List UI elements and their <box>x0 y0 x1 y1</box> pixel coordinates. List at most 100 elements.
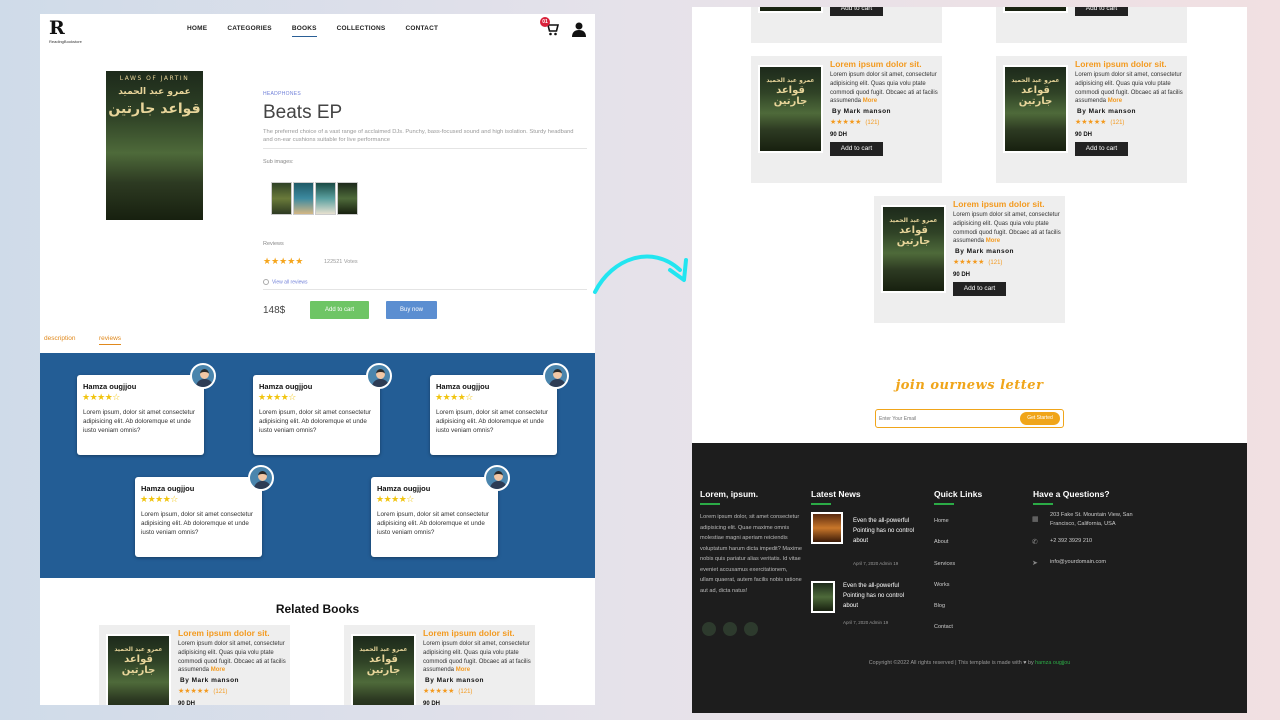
sub-image-thumb[interactable] <box>315 182 336 215</box>
review-text: Lorem ipsum, dolor sit amet consectetur … <box>377 511 489 536</box>
sub-image-thumb[interactable] <box>293 182 314 215</box>
book-cover-image: عمرو عبد الحميدقواعد جارتين <box>760 67 821 151</box>
newsletter-form: Enter Your Email Get Started <box>875 409 1064 428</box>
avatar <box>543 363 569 389</box>
more-link[interactable]: More <box>211 667 225 673</box>
book-desc-text: Lorem ipsum dolor sit amet, consectetur … <box>830 72 938 105</box>
book-title[interactable]: Lorem ipsum dolor sit. <box>953 199 1045 209</box>
product-cover-image: LAWS OF JARTIN عمرو عبد الحميد قواعد جار… <box>106 71 203 220</box>
logo-letter: R <box>49 17 65 39</box>
footer-link-home[interactable]: Home <box>934 518 949 524</box>
book-card: عمرو عبد الحميدقواعد جارتين Lorem ipsum d… <box>874 196 1065 323</box>
book-cover-image: عمرو عبد الحميدقواعد جارتين <box>353 636 414 705</box>
book-cover[interactable]: عمرو عبد الحميدقواعد جارتين <box>1003 65 1068 153</box>
cover-author-text: عمرو عبد الحميد <box>766 77 815 84</box>
view-all-reviews-link[interactable]: View all reviews <box>263 279 307 285</box>
facebook-icon[interactable] <box>723 622 737 636</box>
reviews-section: Hamza ougjjou ★★★★☆ Lorem ipsum, dolor s… <box>40 353 595 578</box>
twitter-icon[interactable] <box>702 622 716 636</box>
reviews-label: Reviews <box>263 241 284 247</box>
cover-author-text: عمرو عبد الحميد <box>889 217 938 224</box>
reviewer-name: Hamza ougjjou <box>259 382 313 391</box>
nav-books[interactable]: BOOKS <box>291 25 317 37</box>
book-cover[interactable]: عمرو عبد الحميدقواعد جارتين <box>351 634 416 705</box>
cart-icon[interactable]: 01 <box>540 17 560 37</box>
instagram-icon[interactable] <box>744 622 758 636</box>
book-rating: ★★★★★ (121) <box>830 118 879 126</box>
book-cover[interactable]: عمرو عبد الحميدقواعد جارتين <box>1003 7 1068 13</box>
cover-author-text: عمرو عبد الحميد <box>1011 77 1060 84</box>
footer-link-services[interactable]: Services <box>934 561 955 567</box>
rating-count: (121) <box>458 689 473 695</box>
footer-email[interactable]: info@yourdomain.com <box>1050 558 1106 567</box>
avatar <box>484 465 510 491</box>
book-cover[interactable]: عمرو عبد الحميدقواعد جارتين <box>758 7 823 13</box>
footer-link-works[interactable]: Works <box>934 582 949 588</box>
add-to-cart-button[interactable]: Add to cart <box>953 282 1006 296</box>
news-item[interactable]: Even the all-powerful Pointing has no co… <box>811 512 921 567</box>
more-link[interactable]: More <box>986 238 1000 244</box>
news-item[interactable]: Even the all-powerful Pointing has no co… <box>811 581 921 631</box>
review-card: Hamza ougjjou ★★★★☆ Lorem ipsum, dolor s… <box>253 363 392 455</box>
book-title[interactable]: Lorem ipsum dolor sit. <box>423 628 515 638</box>
rating-count: (121) <box>865 120 880 126</box>
footer-link-contact[interactable]: Contact <box>934 624 953 630</box>
phone-icon: ✆ <box>1032 539 1038 546</box>
more-link[interactable]: More <box>1108 98 1122 104</box>
book-price: 90 DH <box>1075 132 1093 138</box>
book-cover[interactable]: عمرو عبد الحميدقواعد جارتين <box>758 65 823 153</box>
book-card: عمرو عبد الحميدقواعد جارتينLorem ipsum d… <box>996 7 1187 43</box>
news-thumbnail <box>811 512 843 544</box>
heart-icon: ♥ <box>1023 660 1027 666</box>
book-cover[interactable]: عمرو عبد الحميدقواعد جارتين <box>106 634 171 705</box>
cover-title-text: قواعد جارتين <box>773 85 808 107</box>
buy-now-button[interactable]: Buy now <box>386 301 437 319</box>
book-title[interactable]: Lorem ipsum dolor sit. <box>178 628 270 638</box>
book-rating: ★★★★★ (121) <box>423 687 472 695</box>
site-logo[interactable]: R ReadingBookstore <box>49 17 82 45</box>
more-link[interactable]: More <box>863 98 877 104</box>
nav-collections[interactable]: COLLECTIONS <box>337 25 386 37</box>
cover-author-text: عمرو عبد الحميد <box>114 646 163 653</box>
sub-image-thumb[interactable] <box>271 182 292 215</box>
nav-contact[interactable]: CONTACT <box>405 25 438 37</box>
review-card: Hamza ougjjou ★★★★☆ Lorem ipsum, dolor s… <box>77 363 216 455</box>
footer-phone[interactable]: +2 392 3929 210 <box>1050 537 1092 546</box>
add-to-cart-button[interactable]: Add to cart <box>310 301 369 319</box>
book-title[interactable]: Lorem ipsum dolor sit. <box>830 59 922 69</box>
get-started-button[interactable]: Get Started <box>1020 412 1060 425</box>
product-rating-stars: ★★★★★ <box>263 256 304 266</box>
tab-description[interactable]: description <box>44 335 75 342</box>
add-to-cart-button[interactable]: Add to cart <box>1075 7 1128 16</box>
sub-image-thumb[interactable] <box>337 182 358 215</box>
book-card: عمرو عبد الحميدقواعد جارتين Lorem ipsum d… <box>996 56 1187 183</box>
add-to-cart-button[interactable]: Add to cart <box>830 142 883 156</box>
product-genre: HEADPHONES <box>263 91 302 97</box>
book-title[interactable]: Lorem ipsum dolor sit. <box>1075 59 1167 69</box>
footer-news-title: Latest News <box>811 489 861 499</box>
news-title: Even the all-powerful Pointing has no co… <box>843 583 905 609</box>
nav-categories[interactable]: CATEGORIES <box>227 25 272 37</box>
footer: Lorem, ipsum. Lorem ipsum dolor, sit ame… <box>692 443 1247 713</box>
book-cover[interactable]: عمرو عبد الحميدقواعد جارتين <box>881 205 946 293</box>
email-input[interactable]: Enter Your Email <box>879 416 916 422</box>
avatar <box>248 465 274 491</box>
product-page-screenshot: R ReadingBookstore HOME CATEGORIES BOOKS… <box>40 14 595 705</box>
reviewer-name: Hamza ougjjou <box>436 382 490 391</box>
review-text: Lorem ipsum, dolor sit amet consectetur … <box>141 511 253 536</box>
nav-home[interactable]: HOME <box>187 25 207 37</box>
divider <box>1033 503 1053 505</box>
book-stars: ★★★★★ <box>953 259 985 266</box>
book-cover-image: عمرو عبد الحميدقواعد جارتين <box>108 636 169 705</box>
more-link[interactable]: More <box>456 667 470 673</box>
vote-count: 122521 Votes <box>324 259 358 265</box>
add-to-cart-button[interactable]: Add to cart <box>1075 142 1128 156</box>
user-icon[interactable] <box>572 22 586 37</box>
author-link[interactable]: hamza ougjjou <box>1035 660 1070 666</box>
footer-link-blog[interactable]: Blog <box>934 603 945 609</box>
add-to-cart-button[interactable]: Add to cart <box>830 7 883 16</box>
product-description: The preferred choice of a vast range of … <box>263 129 574 143</box>
book-rating: ★★★★★ (121) <box>1075 118 1124 126</box>
footer-link-about[interactable]: About <box>934 539 948 545</box>
tab-reviews[interactable]: reviews <box>99 335 122 345</box>
